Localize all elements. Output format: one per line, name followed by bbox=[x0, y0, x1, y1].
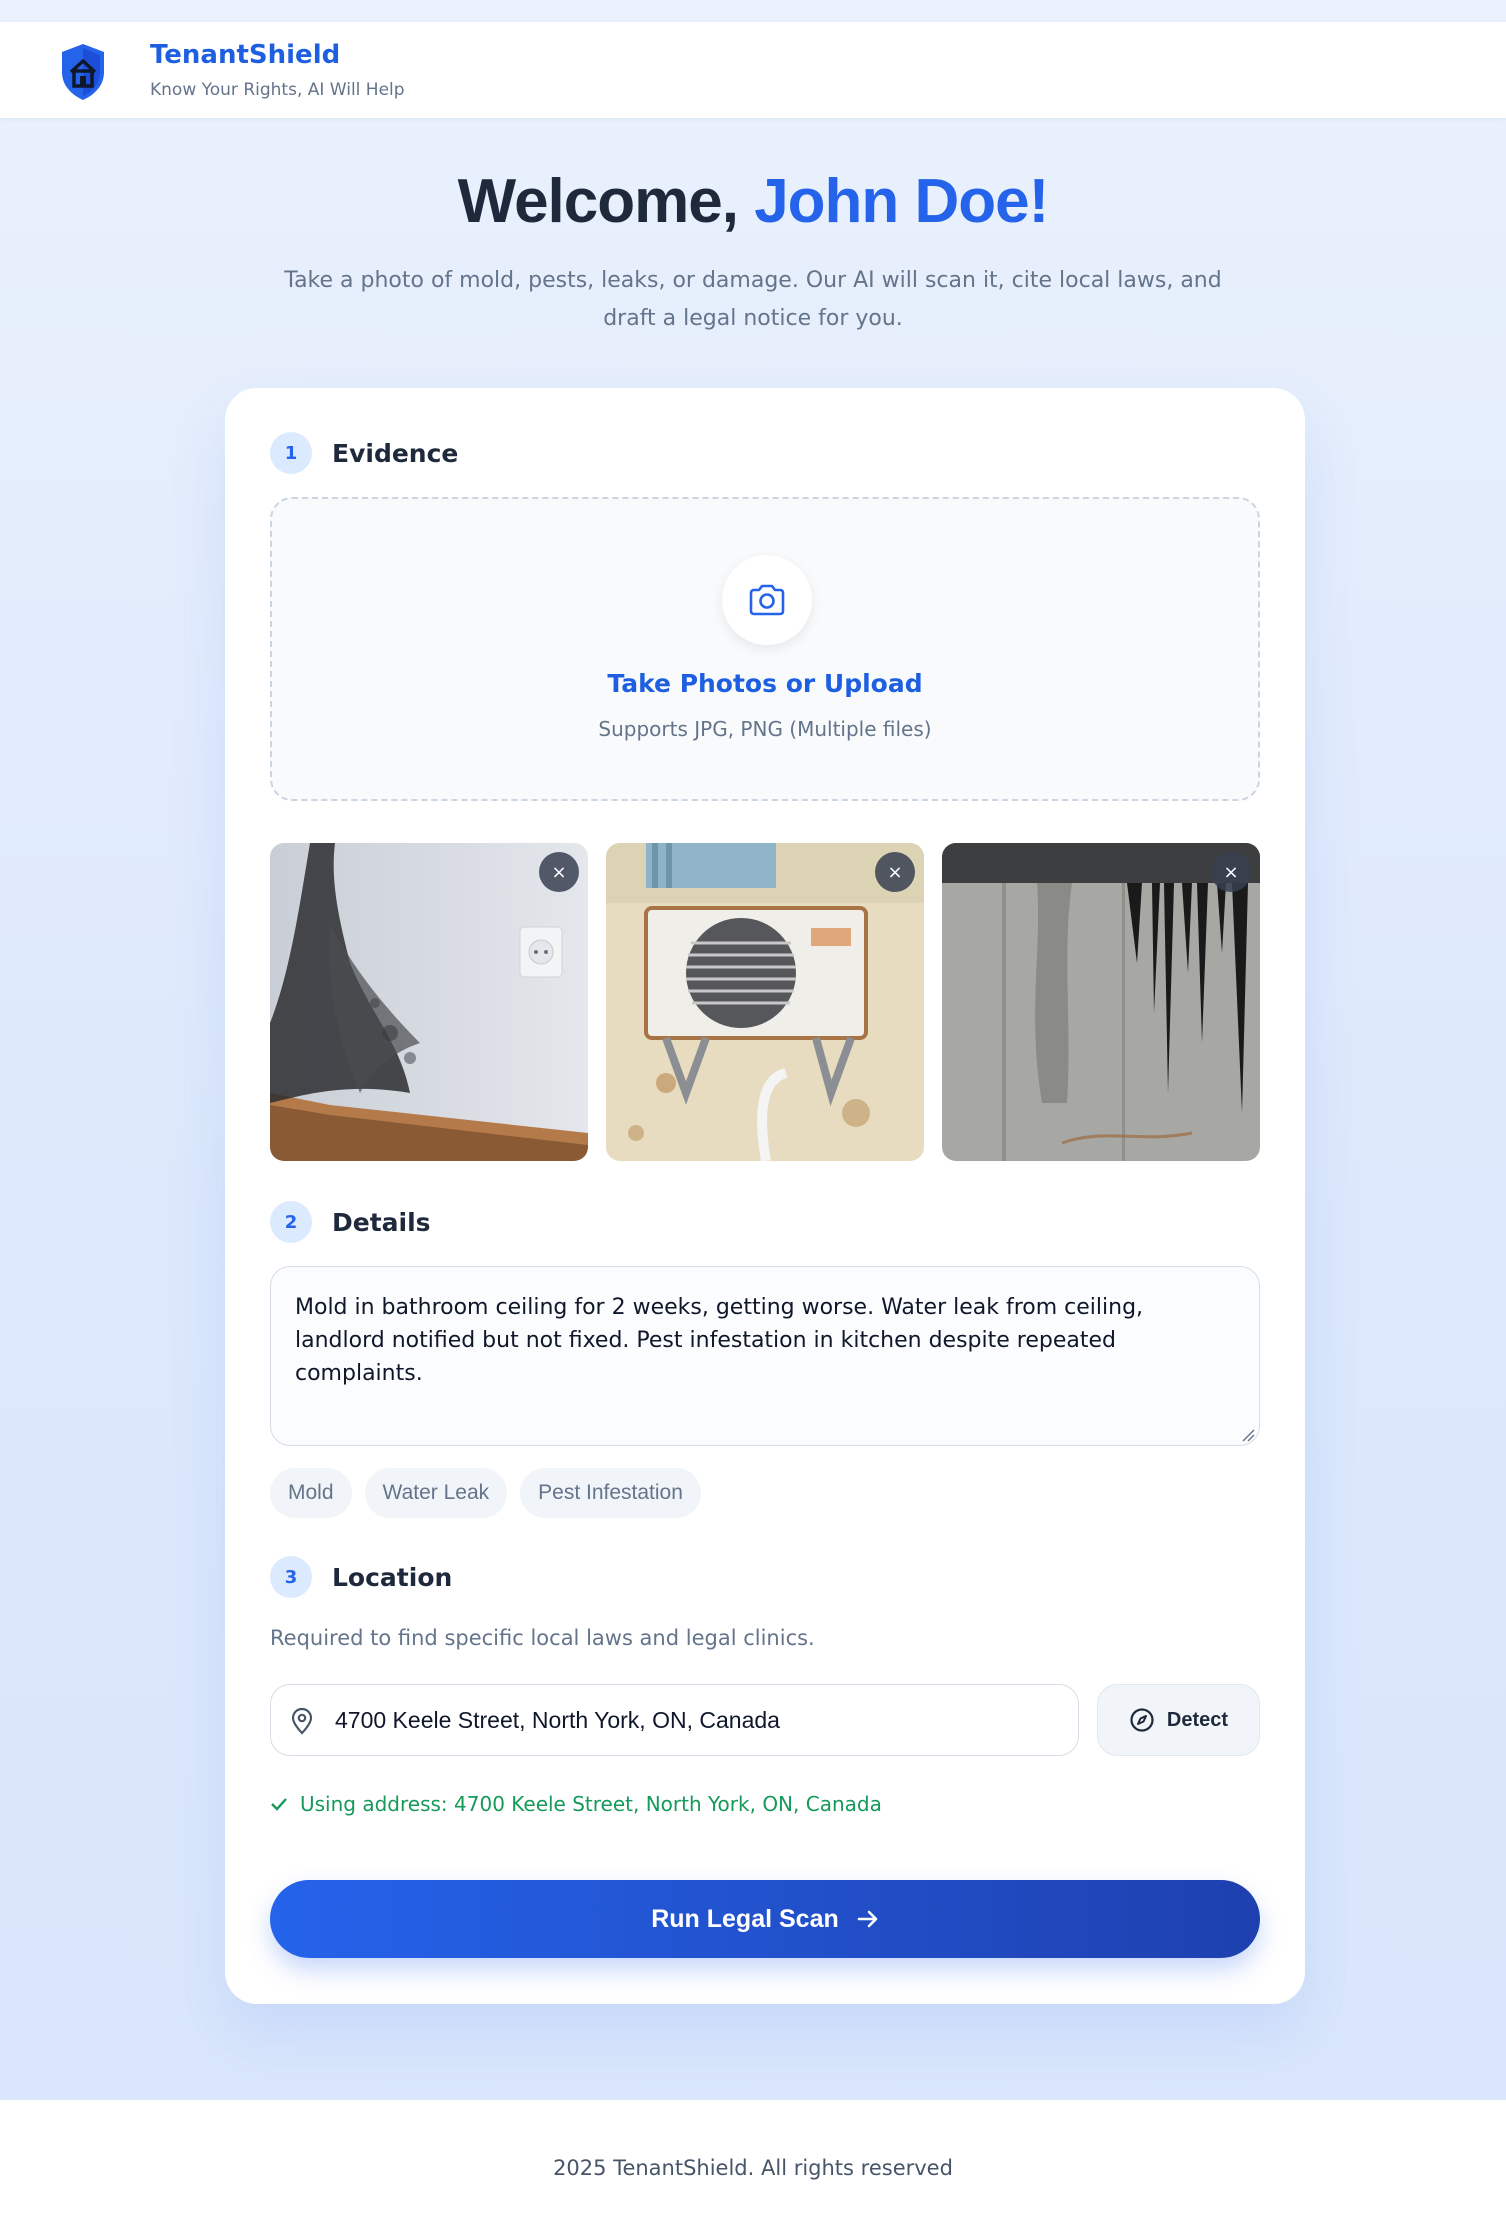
step-number-badge: 1 bbox=[270, 432, 312, 474]
address-value[interactable]: 4700 Keele Street, North York, ON, Canad… bbox=[335, 1707, 780, 1734]
photo-upload-dropzone[interactable]: Take Photos or Upload Supports JPG, PNG … bbox=[270, 497, 1260, 801]
location-title: Location bbox=[332, 1562, 453, 1592]
tag-pest-infestation[interactable]: Pest Infestation bbox=[520, 1468, 701, 1518]
address-confirmation-text: Using address: 4700 Keele Street, North … bbox=[300, 1792, 882, 1816]
mold-wall-image bbox=[270, 843, 588, 1161]
remove-photo-button[interactable]: × bbox=[1211, 852, 1251, 892]
page-footer: 2025 TenantShield. All rights reserved bbox=[0, 2100, 1506, 2229]
user-name: John Doe! bbox=[754, 167, 1049, 236]
tag-mold[interactable]: Mold bbox=[270, 1468, 352, 1518]
location-step-header: 3 Location bbox=[270, 1556, 452, 1598]
arrow-right-icon bbox=[857, 1910, 878, 1928]
scan-form-card: 1 Evidence Take Photos or Upload Support… bbox=[225, 388, 1305, 2004]
details-title: Details bbox=[332, 1207, 431, 1237]
camera-icon-circle bbox=[722, 555, 812, 645]
brand-tagline: Know Your Rights, AI Will Help bbox=[150, 80, 405, 100]
evidence-photo-water-leak[interactable]: × bbox=[942, 843, 1260, 1161]
evidence-photo-ac-unit[interactable]: × bbox=[606, 843, 924, 1161]
app-header: TenantShield Know Your Rights, AI Will H… bbox=[0, 22, 1506, 118]
detect-label: Detect bbox=[1166, 1708, 1229, 1731]
address-confirmation: Using address: 4700 Keele Street, North … bbox=[270, 1792, 882, 1816]
issue-description-textarea[interactable]: Mold in bathroom ceiling for 2 weeks, ge… bbox=[270, 1266, 1260, 1446]
compass-icon bbox=[1130, 1708, 1154, 1732]
top-strip bbox=[0, 0, 1506, 22]
remove-photo-button[interactable]: × bbox=[539, 852, 579, 892]
shield-home-logo-icon[interactable] bbox=[58, 42, 108, 102]
evidence-photo-mold[interactable]: × bbox=[270, 843, 588, 1161]
upload-title[interactable]: Take Photos or Upload bbox=[272, 669, 1258, 698]
run-scan-label: Run Legal Scan bbox=[651, 1904, 839, 1933]
map-pin-icon bbox=[291, 1707, 313, 1735]
details-step-header: 2 Details bbox=[270, 1201, 431, 1243]
run-legal-scan-button[interactable]: Run Legal Scan bbox=[270, 1880, 1260, 1958]
remove-photo-button[interactable]: × bbox=[875, 852, 915, 892]
water-leak-stain-image bbox=[942, 843, 1260, 1161]
rusty-ac-unit-image bbox=[606, 843, 924, 1161]
evidence-title: Evidence bbox=[332, 438, 459, 468]
step-number-badge: 3 bbox=[270, 1556, 312, 1598]
footer-copyright: 2025 TenantShield. All rights reserved bbox=[553, 2156, 953, 2180]
tag-water-leak[interactable]: Water Leak bbox=[364, 1468, 508, 1518]
hero-subtitle: Take a photo of mold, pests, leaks, or d… bbox=[284, 268, 1222, 331]
checkmark-icon bbox=[271, 1798, 287, 1811]
welcome-heading: Welcome, John Doe! bbox=[0, 166, 1506, 237]
resize-handle-icon[interactable] bbox=[1241, 1428, 1255, 1442]
detect-location-button[interactable]: Detect bbox=[1097, 1684, 1260, 1756]
location-help-text: Required to find specific local laws and… bbox=[270, 1626, 815, 1650]
camera-icon bbox=[749, 584, 785, 616]
welcome-greeting: Welcome, bbox=[457, 167, 755, 236]
step-number-badge: 2 bbox=[270, 1201, 312, 1243]
brand-title[interactable]: TenantShield bbox=[150, 40, 340, 70]
upload-subtitle: Supports JPG, PNG (Multiple files) bbox=[598, 717, 932, 741]
address-input[interactable]: 4700 Keele Street, North York, ON, Canad… bbox=[270, 1684, 1079, 1756]
issue-tags: Mold Water Leak Pest Infestation bbox=[270, 1468, 701, 1518]
evidence-step-header: 1 Evidence bbox=[270, 432, 458, 474]
